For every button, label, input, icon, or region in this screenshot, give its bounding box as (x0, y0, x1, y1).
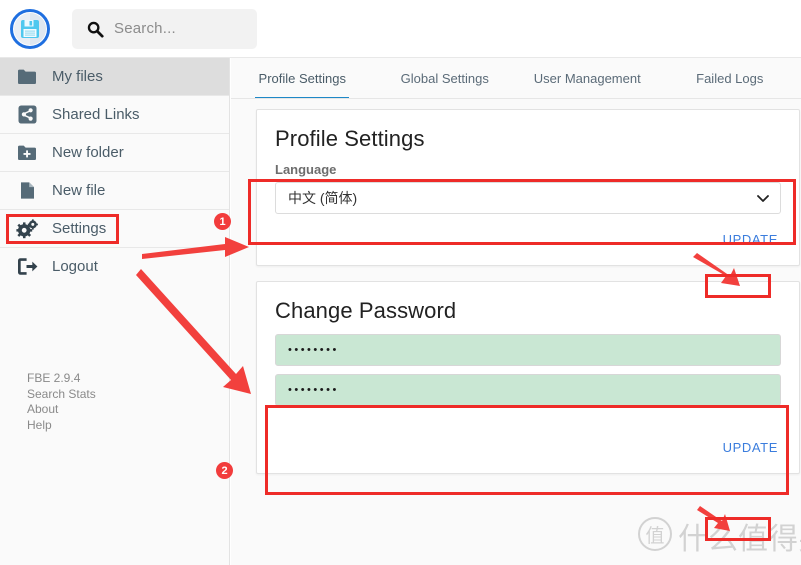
chevron-down-icon (757, 195, 769, 202)
profile-settings-title: Profile Settings (275, 126, 425, 151)
language-select[interactable]: 中文 (简体) (275, 182, 781, 214)
sidebar: My files Shared Links New folder New fil… (0, 58, 230, 565)
new-password-input[interactable]: •••••••• (275, 334, 781, 366)
language-select-wrapper: 中文 (简体) (275, 182, 781, 214)
app-logo[interactable] (9, 8, 51, 50)
tab-profile-settings[interactable]: Profile Settings (231, 58, 374, 99)
sidebar-item-settings[interactable]: Settings (0, 210, 229, 247)
change-password-title: Change Password (275, 298, 457, 323)
logout-icon (16, 256, 38, 278)
tab-label: Failed Logs (696, 71, 764, 86)
confirm-password-input[interactable]: •••••••• (275, 374, 781, 406)
language-selected-value: 中文 (简体) (288, 190, 358, 206)
sidebar-item-label: Settings (52, 220, 107, 237)
tab-label: Profile Settings (258, 71, 346, 86)
search-input[interactable]: Search... (72, 8, 257, 49)
sidebar-item-label: New folder (52, 144, 124, 161)
sidebar-item-label: Logout (52, 258, 98, 275)
sidebar-footer-links: FBE 2.9.4 Search Stats About Help (27, 371, 96, 433)
new-password-value: •••••••• (288, 344, 339, 356)
profile-card-actions: UPDATE (257, 218, 799, 265)
sidebar-item-logout[interactable]: Logout (0, 248, 229, 285)
profile-settings-card: Profile Settings Language 中文 (简体) UPDATE (256, 109, 800, 266)
tab-user-management[interactable]: User Management (516, 58, 659, 99)
sidebar-item-label: Shared Links (52, 106, 140, 123)
sidebar-item-my-files[interactable]: My files (0, 58, 229, 95)
profile-settings-body: Language 中文 (简体) (257, 162, 799, 218)
sidebar-item-label: My files (52, 68, 103, 85)
search-icon (87, 21, 104, 38)
footer-link-search-stats[interactable]: Search Stats (27, 387, 96, 403)
footer-link-about[interactable]: About (27, 402, 96, 418)
sidebar-item-new-folder[interactable]: New folder (0, 134, 229, 171)
sidebar-item-label: New file (52, 182, 106, 199)
confirm-password-value: •••••••• (288, 384, 339, 396)
main-content: Profile Settings Global Settings User Ma… (231, 58, 801, 565)
tab-bar: Profile Settings Global Settings User Ma… (231, 58, 801, 99)
password-update-button[interactable]: UPDATE (716, 436, 785, 459)
save-floppy-disk-icon (10, 8, 50, 49)
search-placeholder: Search... (114, 20, 176, 37)
change-password-body: •••••••• •••••••• (257, 334, 799, 418)
folder-icon (16, 66, 38, 88)
top-bar: Search... (0, 0, 801, 58)
app-root: Search... My files Shared Links New fold… (0, 0, 801, 565)
share-icon (16, 104, 38, 126)
tab-label: User Management (533, 71, 641, 86)
tab-failed-logs[interactable]: Failed Logs (659, 58, 801, 99)
sidebar-item-new-file[interactable]: New file (0, 172, 229, 209)
profile-update-button[interactable]: UPDATE (716, 228, 785, 251)
password-card-actions: UPDATE (257, 418, 799, 473)
language-label: Language (275, 162, 337, 177)
change-password-card: Change Password •••••••• •••••••• UPDATE (256, 281, 800, 474)
gears-icon (16, 218, 38, 240)
file-icon (16, 180, 38, 202)
footer-link-help[interactable]: Help (27, 418, 96, 434)
folder-plus-icon (16, 142, 38, 164)
footer-link-version: FBE 2.9.4 (27, 371, 81, 385)
sidebar-item-shared-links[interactable]: Shared Links (0, 96, 229, 133)
tab-label: Global Settings (400, 71, 489, 86)
tab-global-settings[interactable]: Global Settings (374, 58, 517, 99)
